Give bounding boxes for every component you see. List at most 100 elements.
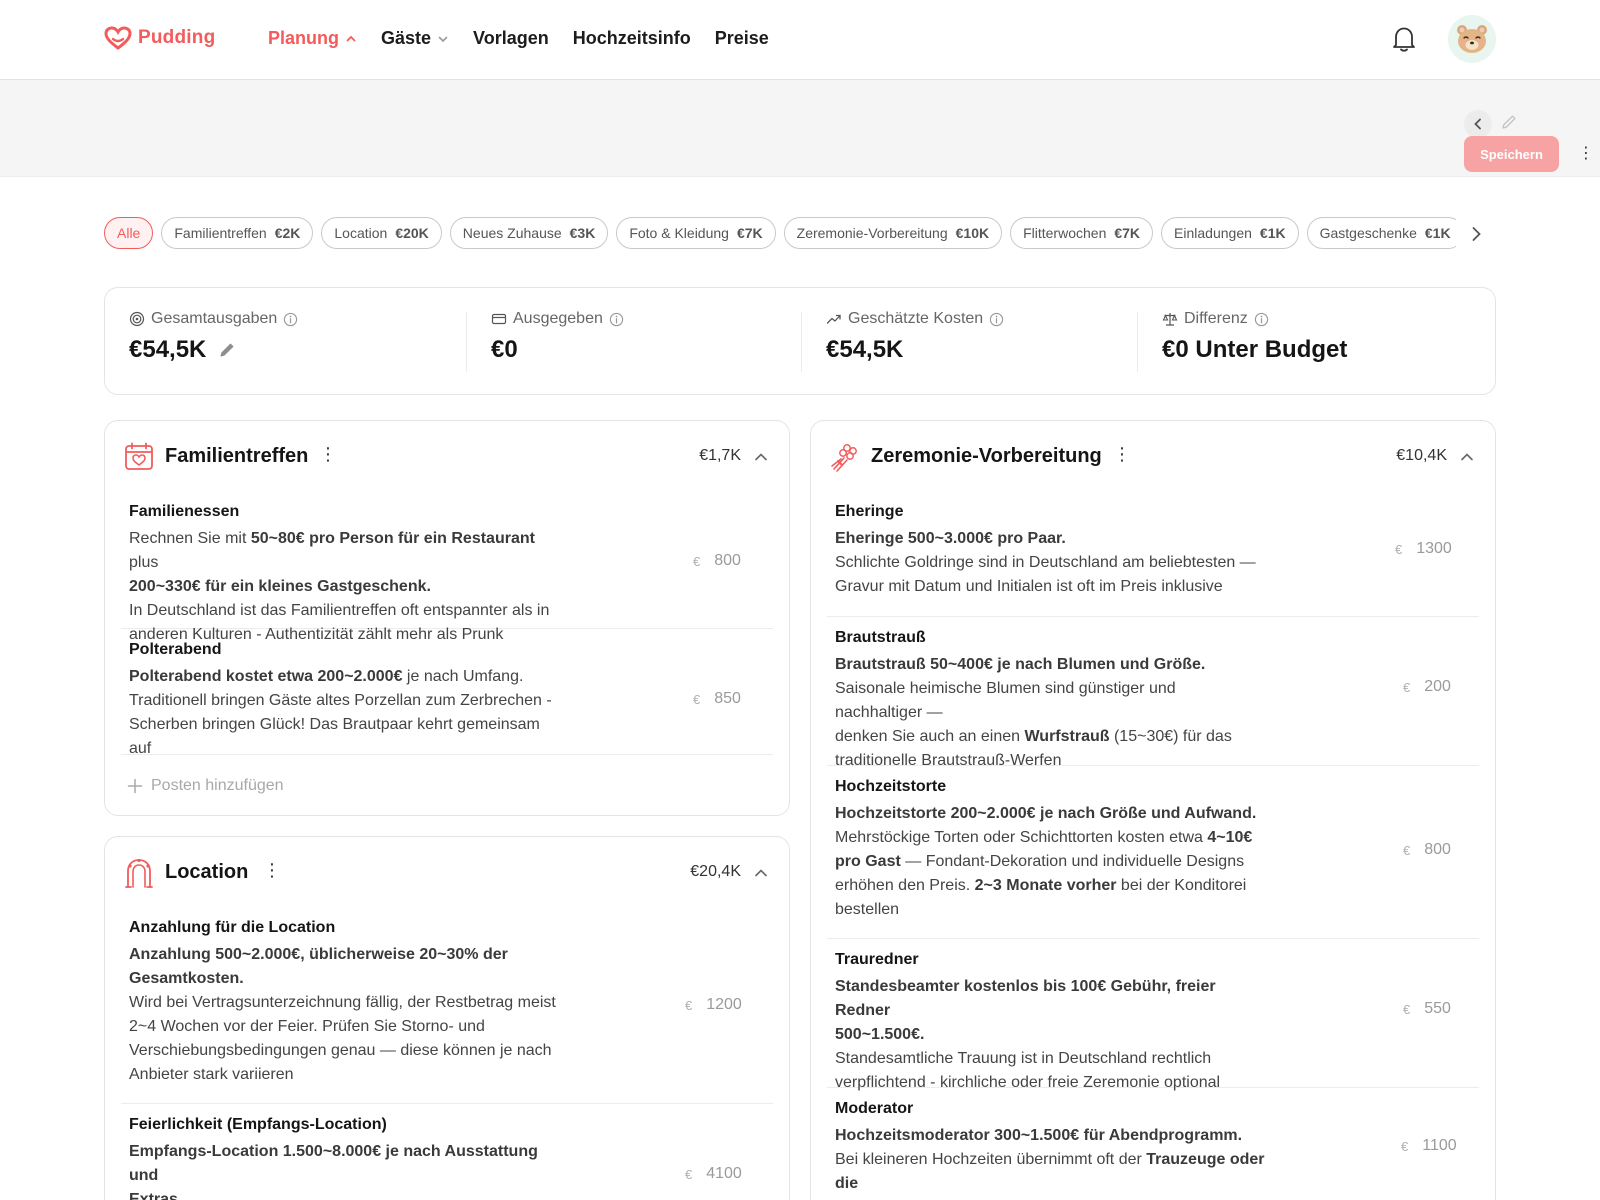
plus-icon xyxy=(127,778,143,794)
bouquet-icon xyxy=(831,444,857,472)
filter-chip-alle[interactable]: Alle xyxy=(104,217,154,249)
description-line: 200~330€ für ein kleines Gastgeschenk. xyxy=(129,575,559,599)
more-vertical-icon[interactable]: ⋮ xyxy=(319,443,337,467)
item-amount: 200 xyxy=(1424,678,1451,695)
currency-symbol: € xyxy=(685,1166,693,1182)
budget-item[interactable]: Brautstrauß Brautstrauß 50~400€ je nach … xyxy=(827,617,1479,769)
item-amount: 800 xyxy=(1424,841,1451,858)
nav-item-gaeste[interactable]: Gäste xyxy=(381,28,449,49)
item-amount-input[interactable]: € 1100 xyxy=(1401,1132,1495,1160)
budget-item[interactable]: Moderator Hochzeitsmoderator 300~1.500€ … xyxy=(827,1088,1479,1200)
item-amount: 1300 xyxy=(1416,540,1452,557)
currency-symbol: € xyxy=(693,691,701,707)
description-emphasis: pro Gast xyxy=(835,853,901,870)
item-amount: 550 xyxy=(1424,1000,1451,1017)
nav-item-preise[interactable]: Preise xyxy=(715,28,769,49)
item-amount-input[interactable]: € 1200 xyxy=(685,991,789,1019)
bell-icon[interactable] xyxy=(1390,24,1418,54)
category-card-location: Location ⋮ €20,4K Anzahlung für die Loca… xyxy=(104,836,790,1200)
item-amount-input[interactable]: € 850 xyxy=(693,685,789,713)
more-vertical-icon[interactable]: ⋮ xyxy=(263,859,281,883)
description-emphasis: 2~3 Monate vorher xyxy=(974,877,1117,894)
nav-item-label: Vorlagen xyxy=(473,28,549,48)
filter-chip-zeremonie-vorbereitung[interactable]: Zeremonie-Vorbereitung €10K xyxy=(783,217,1003,249)
card-header[interactable]: Familientreffen ⋮ €1,7K xyxy=(105,421,789,491)
stat-total: Gesamtausgaben €54,5K xyxy=(129,310,298,364)
description-emphasis: 200~330€ für ein kleines Gastgeschenk. xyxy=(129,578,431,595)
description-emphasis: 500~1.500€. xyxy=(835,1026,925,1043)
item-amount-input[interactable]: € 550 xyxy=(1403,995,1495,1023)
budget-item[interactable]: Hochzeitstorte Hochzeitstorte 200~2.000€… xyxy=(827,766,1479,939)
description-line: bestellen xyxy=(835,898,1265,922)
description-emphasis: Polterabend kostet etwa 200~2.000€ xyxy=(129,668,403,685)
bear-avatar-icon xyxy=(1457,25,1487,53)
filter-chip-flitterwochen[interactable]: Flitterwochen €7K xyxy=(1010,217,1154,249)
nav-item-planung[interactable]: Planung xyxy=(268,28,357,49)
divider xyxy=(1137,312,1138,372)
chevron-up-icon[interactable] xyxy=(1459,449,1475,465)
budget-item[interactable]: Polterabend Polterabend kostet etwa 200~… xyxy=(121,629,773,757)
edit-pencil-icon[interactable] xyxy=(218,341,236,359)
budget-item[interactable]: Eheringe Eheringe 500~3.000€ pro Paar. Sc… xyxy=(827,491,1479,617)
brand-logo[interactable]: Pudding xyxy=(104,26,215,50)
filter-chip-location[interactable]: Location €20K xyxy=(321,217,442,249)
category-filter-chips: Alle Familientreffen €2K Location €20K N… xyxy=(104,217,1456,249)
arch-icon xyxy=(125,858,153,888)
budget-item[interactable]: Anzahlung für die Location Anzahlung 500… xyxy=(121,907,773,1104)
filter-chip-neues-zuhause[interactable]: Neues Zuhause €3K xyxy=(449,217,609,249)
info-icon[interactable] xyxy=(989,312,1004,327)
card-header[interactable]: Zeremonie-Vorbereitung ⋮ €10,4K xyxy=(811,421,1495,491)
description-line: Eheringe 500~3.000€ pro Paar. xyxy=(835,527,1265,551)
trending-up-icon xyxy=(826,314,841,324)
description-text: Traditionell bringen Gäste altes Porzell… xyxy=(129,692,552,709)
chevron-up-icon[interactable] xyxy=(753,449,769,465)
info-icon[interactable] xyxy=(1254,312,1269,327)
currency-symbol: € xyxy=(1403,679,1411,695)
description-emphasis: 50~80€ pro Person für ein Restaurant xyxy=(250,530,535,547)
chevron-right-icon[interactable] xyxy=(1466,224,1486,244)
stat-difference: Differenz €0 Unter Budget xyxy=(1162,310,1347,364)
scale-icon xyxy=(1162,313,1178,326)
card-header[interactable]: Location ⋮ €20,4K xyxy=(105,837,789,907)
stat-spent-value-row: €0 xyxy=(491,336,624,364)
filter-chip-einladungen[interactable]: Einladungen €1K xyxy=(1161,217,1299,249)
save-button[interactable]: Speichern xyxy=(1464,136,1559,172)
nav-item-hochzeitsinfo[interactable]: Hochzeitsinfo xyxy=(573,28,691,49)
stat-spent-label-row: Ausgegeben xyxy=(491,310,624,328)
chevron-up-icon[interactable] xyxy=(753,865,769,881)
chip-label: Location xyxy=(334,225,388,241)
nav-item-label: Gäste xyxy=(381,28,432,48)
budget-item[interactable]: Feierlichkeit (Empfangs-Location) Empfan… xyxy=(121,1104,773,1200)
item-amount-input[interactable]: € 200 xyxy=(1403,673,1495,701)
chip-label: Familientreffen xyxy=(174,225,267,241)
item-amount-input[interactable]: € 1300 xyxy=(1395,535,1495,563)
chip-amount: €10K xyxy=(955,225,990,241)
item-amount-input[interactable]: € 4100 xyxy=(685,1160,789,1188)
budget-item[interactable]: Trauredner Standesbeamter kostenlos bis … xyxy=(827,939,1479,1091)
stat-difference-label-row: Differenz xyxy=(1162,310,1347,328)
item-description: Empfangs-Location 1.500~8.000€ je nach A… xyxy=(129,1140,559,1200)
item-title: Hochzeitstorte xyxy=(835,778,947,795)
budget-item[interactable]: Familienessen Rechnen Sie mit 50~80€ pro… xyxy=(121,491,773,643)
item-amount-input[interactable]: € 800 xyxy=(693,547,789,575)
description-text: denken Sie auch an einen xyxy=(835,728,1025,745)
filter-chip-familientreffen[interactable]: Familientreffen €2K xyxy=(161,217,314,249)
pencil-icon[interactable] xyxy=(1500,113,1518,131)
info-icon[interactable] xyxy=(283,312,298,327)
info-icon[interactable] xyxy=(609,312,624,327)
description-emphasis: Eheringe 500~3.000€ pro Paar. xyxy=(835,530,1066,547)
chip-label: Foto & Kleidung xyxy=(629,225,729,241)
item-amount-input[interactable]: € 800 xyxy=(1403,836,1495,864)
nav-item-vorlagen[interactable]: Vorlagen xyxy=(473,28,549,49)
description-text: Wird bei Vertragsunterzeichnung fällig, … xyxy=(129,994,556,1011)
banner-back-button[interactable] xyxy=(1464,110,1492,138)
more-vertical-icon[interactable]: ⋮ xyxy=(1578,144,1594,164)
description-line: Brautstrauß 50~400€ je nach Blumen und G… xyxy=(835,653,1265,677)
user-avatar[interactable] xyxy=(1448,15,1496,63)
description-line: Hochzeitsmoderator 300~1.500€ für Abendp… xyxy=(835,1124,1265,1148)
add-post-button[interactable]: Posten hinzufügen xyxy=(127,777,284,795)
filter-chip-gastgeschenke[interactable]: Gastgeschenke €1K xyxy=(1306,217,1456,249)
item-title: Feierlichkeit (Empfangs-Location) xyxy=(129,1116,387,1133)
more-vertical-icon[interactable]: ⋮ xyxy=(1113,443,1131,467)
filter-chip-foto-kleidung[interactable]: Foto & Kleidung €7K xyxy=(616,217,776,249)
